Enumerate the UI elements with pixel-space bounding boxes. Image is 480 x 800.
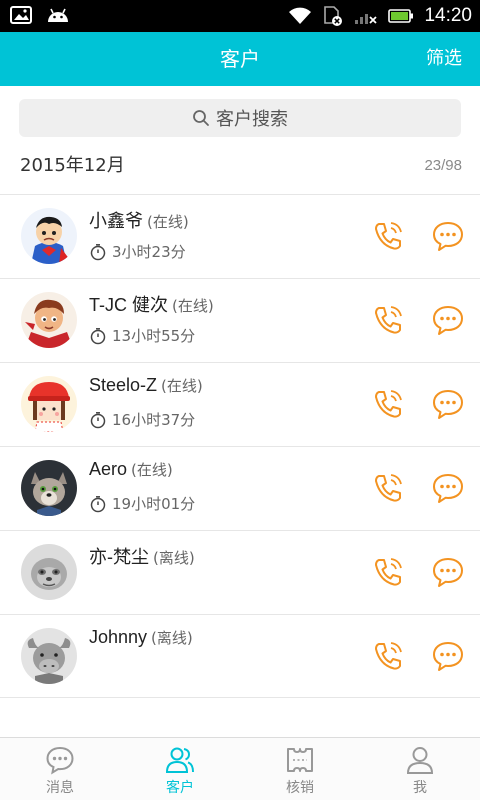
- customer-name: 亦-梵尘: [89, 547, 149, 567]
- customer-name: 小鑫爷: [89, 211, 143, 231]
- customer-row[interactable]: 小鑫爷 (在线) 3小时23分: [0, 194, 480, 278]
- cartoon-boy-avatar: [21, 292, 77, 348]
- online-duration: 3小时23分: [112, 243, 186, 261]
- ticket-icon: [287, 748, 313, 772]
- month-header: 2015年12月 23/98: [0, 140, 480, 192]
- phone-call-icon[interactable]: [370, 554, 406, 590]
- message-icon[interactable]: [430, 386, 466, 422]
- person-icon: [406, 747, 434, 774]
- nav-tab-me[interactable]: 我: [360, 738, 480, 800]
- customer-name: T-JC 健次: [89, 295, 168, 315]
- month-label: 2015年12月: [20, 155, 125, 176]
- phone-call-icon[interactable]: [370, 638, 406, 674]
- timer-icon: [90, 411, 106, 428]
- nav-label: 消息: [46, 780, 74, 796]
- page-title: 客户: [220, 47, 260, 71]
- customer-name: Steelo-Z: [89, 375, 158, 395]
- customer-count: 23/98: [424, 157, 462, 174]
- battery-icon: [388, 9, 414, 23]
- phone-call-icon[interactable]: [370, 218, 406, 254]
- customer-name: Johnny: [89, 627, 148, 647]
- search-input[interactable]: 客户搜索: [19, 99, 461, 137]
- phone-call-icon[interactable]: [370, 302, 406, 338]
- sloth-avatar: [21, 544, 77, 600]
- timer-icon: [90, 495, 106, 512]
- customer-status: (离线): [153, 549, 195, 567]
- gallery-icon: [10, 6, 32, 24]
- customer-list: 小鑫爷 (在线) 3小时23分 T-JC 健次 (在线) 13小时55分 Ste…: [0, 194, 480, 698]
- search-icon: [193, 110, 209, 126]
- online-duration: 13小时55分: [112, 327, 196, 345]
- customer-status: (离线): [151, 629, 193, 647]
- online-duration: 16小时37分: [112, 411, 196, 429]
- message-icon[interactable]: [430, 302, 466, 338]
- bottom-navigation: 消息 客户 核销 我: [0, 737, 480, 800]
- online-duration: 19小时01分: [112, 495, 196, 513]
- message-icon[interactable]: [430, 218, 466, 254]
- message-icon[interactable]: [430, 638, 466, 674]
- status-bar: 14:20: [0, 0, 480, 32]
- customer-row[interactable]: Johnny (离线): [0, 614, 480, 698]
- customer-row[interactable]: T-JC 健次 (在线) 13小时55分: [0, 278, 480, 362]
- people-icon: [165, 747, 194, 773]
- superman-avatar: [21, 208, 77, 264]
- nav-tab-redeem[interactable]: 核销: [240, 738, 360, 800]
- phone-call-icon[interactable]: [370, 386, 406, 422]
- top-app-bar: 客户 筛选: [0, 32, 480, 86]
- customer-status: (在线): [131, 461, 173, 479]
- timer-icon: [90, 243, 106, 260]
- sim-error-icon: [324, 6, 343, 26]
- clock: 14:20: [424, 5, 472, 26]
- nav-tab-customers[interactable]: 客户: [120, 738, 240, 800]
- customer-row[interactable]: Aero (在线) 19小时01分: [0, 446, 480, 530]
- customer-status: (在线): [161, 377, 203, 395]
- fox-avatar: [21, 460, 77, 516]
- message-icon[interactable]: [430, 554, 466, 590]
- buffalo-avatar: [21, 628, 77, 684]
- customer-status: (在线): [172, 297, 214, 315]
- timer-icon: [90, 327, 106, 344]
- search-placeholder: 客户搜索: [216, 109, 288, 130]
- customer-name: Aero: [89, 459, 128, 479]
- message-icon[interactable]: [430, 470, 466, 506]
- nav-label: 核销: [286, 780, 314, 796]
- nav-label: 客户: [166, 780, 194, 796]
- phone-call-icon[interactable]: [370, 470, 406, 506]
- customer-row[interactable]: 亦-梵尘 (离线): [0, 530, 480, 614]
- filter-button[interactable]: 筛选: [426, 32, 462, 86]
- customer-status: (在线): [147, 213, 189, 231]
- wifi-icon: [289, 7, 312, 24]
- signal-icon: [355, 14, 378, 24]
- customer-row[interactable]: Steelo-Z (在线) 16小时37分: [0, 362, 480, 446]
- chat-bubble-icon: [46, 746, 74, 775]
- nav-label: 我: [413, 780, 427, 796]
- android-icon: [48, 8, 68, 22]
- nav-tab-messages[interactable]: 消息: [0, 738, 120, 800]
- red-hat-girl-avatar: [21, 376, 77, 432]
